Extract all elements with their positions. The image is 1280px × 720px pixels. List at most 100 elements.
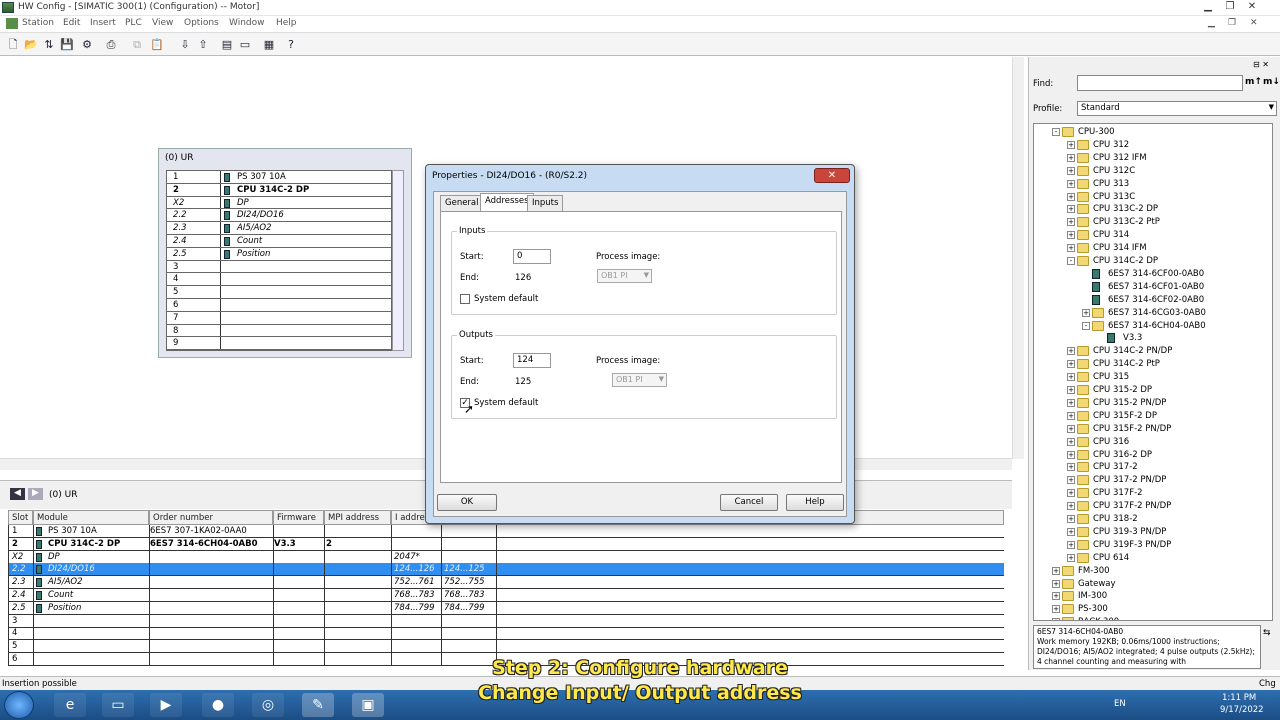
dialog-close-button[interactable]: ✕ <box>814 168 850 183</box>
copy-icon[interactable]: ⧉ <box>130 38 144 52</box>
tab-addresses[interactable]: Addresses <box>480 193 534 211</box>
inputs-start-field[interactable]: 0 <box>513 249 551 264</box>
new-icon[interactable]: 🗋 <box>6 38 20 52</box>
restore-icon[interactable]: ❐ <box>1222 1 1238 14</box>
minimize-icon[interactable]: ▁ <box>1200 1 1216 14</box>
compile-icon[interactable]: ⚙ <box>80 38 94 52</box>
expand-icon[interactable]: + <box>1052 618 1060 620</box>
rack-row[interactable]: X2 DP <box>167 196 393 210</box>
expand-icon[interactable]: + <box>1067 411 1075 420</box>
detail-row[interactable]: 2.2 DI24/DO16 124...126 124...125 <box>8 563 1004 577</box>
detail-row[interactable]: 2 CPU 314C-2 DP 6ES7 314-6CH04-0AB0 V3.3 2 <box>8 538 1004 551</box>
doc-close-icon[interactable]: ✕ <box>1250 18 1258 28</box>
rack-row[interactable]: 9 <box>167 337 393 351</box>
outputs-process-image-select[interactable]: OB1 PI ▼ <box>612 373 667 387</box>
expand-icon[interactable]: + <box>1067 398 1075 407</box>
close-icon[interactable]: ✕ <box>1244 1 1260 14</box>
save-icon[interactable]: 💾 <box>60 38 74 52</box>
document-icon[interactable] <box>6 18 18 29</box>
rack-row[interactable]: 2.5 Position <box>167 247 393 261</box>
detail-column-header[interactable]: Slot <box>8 510 33 525</box>
forward-arrow-icon[interactable]: ▶ <box>28 488 43 500</box>
expand-icon[interactable]: + <box>1067 553 1075 562</box>
rack-row[interactable]: 2.4 Count <box>167 235 393 248</box>
expand-icon[interactable]: + <box>1067 166 1075 175</box>
expand-icon[interactable]: + <box>1067 218 1075 227</box>
expand-icon[interactable]: + <box>1052 566 1060 575</box>
expand-icon[interactable]: + <box>1052 579 1060 588</box>
find-prev-icon[interactable]: m↓ <box>1263 77 1280 87</box>
collapse-icon[interactable]: - <box>1082 321 1090 330</box>
print-icon[interactable]: ⎙ <box>104 38 118 52</box>
rack-row[interactable]: 3 <box>167 260 393 274</box>
expand-icon[interactable]: + <box>1067 386 1075 394</box>
download-icon[interactable]: ⇩ <box>178 38 192 52</box>
catalog-icon[interactable]: ▤ <box>220 38 234 52</box>
detail-row[interactable]: 2.5 Position 784...799 784...799 <box>8 602 1004 615</box>
rack-scrollbar[interactable] <box>392 170 404 351</box>
expand-icon[interactable]: + <box>1067 347 1075 356</box>
expand-icon[interactable]: + <box>1067 489 1075 498</box>
doc-restore-icon[interactable]: ❐ <box>1228 18 1236 28</box>
back-arrow-icon[interactable]: ◀ <box>10 488 25 500</box>
network-icon[interactable]: ⇅ <box>42 38 56 52</box>
detail-column-header[interactable]: Firmware <box>273 510 324 525</box>
rack-row[interactable]: 2 CPU 314C-2 DP <box>167 183 393 197</box>
find-input[interactable] <box>1077 75 1243 91</box>
expand-icon[interactable]: + <box>1067 463 1075 472</box>
expand-icon[interactable]: + <box>1067 515 1075 523</box>
expand-icon[interactable]: + <box>1067 373 1075 382</box>
detail-column-header[interactable]: MPI address <box>324 510 391 525</box>
inputs-system-default-checkbox[interactable] <box>460 294 470 304</box>
menu-view[interactable]: View <box>152 18 173 28</box>
grid-icon[interactable]: ▦ <box>262 38 276 52</box>
menu-options[interactable]: Options <box>184 18 219 28</box>
tab-inputs[interactable]: Inputs <box>527 195 564 211</box>
open-icon[interactable]: 📂 <box>24 38 38 52</box>
expand-icon[interactable]: + <box>1067 424 1075 433</box>
expand-icon[interactable]: + <box>1052 592 1060 601</box>
profile-select[interactable]: Standard ▼ <box>1077 101 1277 116</box>
expand-icon[interactable]: + <box>1052 605 1060 614</box>
rack-row[interactable]: 5 <box>167 286 393 299</box>
rack-window[interactable]: (0) UR 1 PS 307 10A 2 CPU 314C-2 DP X2 DP 2.2 D… <box>158 148 412 358</box>
expand-icon[interactable]: + <box>1067 437 1075 446</box>
find-next-icon[interactable]: m↑ <box>1245 77 1262 87</box>
upload-icon[interactable]: ⇧ <box>196 38 210 52</box>
collapse-icon[interactable]: - <box>1067 257 1075 265</box>
detail-row[interactable]: 3 <box>8 615 1004 628</box>
doc-minimize-icon[interactable]: ▁ <box>1208 18 1215 28</box>
expand-icon[interactable]: + <box>1067 527 1075 536</box>
rack-row[interactable]: 2.2 DI24/DO16 <box>167 209 393 223</box>
rack-row[interactable]: 7 <box>167 311 393 325</box>
detail-row[interactable]: 5 <box>8 640 1004 654</box>
expand-icon[interactable]: + <box>1067 244 1075 253</box>
expand-icon[interactable]: + <box>1067 476 1075 485</box>
rack-row[interactable]: 4 <box>167 273 393 287</box>
expand-icon[interactable]: + <box>1067 140 1075 149</box>
rack-row[interactable]: 1 PS 307 10A <box>167 171 393 184</box>
menu-edit[interactable]: Edit <box>63 18 80 28</box>
rack-row[interactable]: 8 <box>167 324 393 338</box>
expand-icon[interactable]: + <box>1067 231 1075 240</box>
menu-plc[interactable]: PLC <box>125 18 142 28</box>
menu-window[interactable]: Window <box>229 18 265 28</box>
info-toggle-icon[interactable]: ⇆ <box>1263 628 1271 638</box>
rack-row[interactable]: 6 <box>167 299 393 312</box>
expand-icon[interactable]: + <box>1067 502 1075 511</box>
menu-station[interactable]: Station <box>22 18 54 28</box>
expand-icon[interactable]: + <box>1067 153 1075 162</box>
expand-icon[interactable]: + <box>1067 360 1075 369</box>
detail-column-header[interactable]: Order number <box>149 510 273 525</box>
canvas-vertical-scrollbar[interactable] <box>1012 57 1024 459</box>
paste-icon[interactable]: 📋 <box>150 38 164 52</box>
expand-icon[interactable]: + <box>1067 205 1075 214</box>
collapse-icon[interactable]: - <box>1052 128 1060 136</box>
window-icon[interactable]: ▭ <box>238 38 252 52</box>
cancel-button[interactable]: Cancel <box>720 494 778 511</box>
outputs-start-field[interactable]: 124 <box>513 353 551 368</box>
detail-row[interactable]: 1 PS 307 10A 6ES7 307-1KA02-0AA0 <box>8 525 1004 538</box>
rack-row[interactable]: 2.3 AI5/AO2 <box>167 222 393 235</box>
catalog-tree[interactable]: - CPU-300 + CPU 312 + CPU 312 IFM + CPU 312C + CP… <box>1033 123 1273 621</box>
help-icon[interactable]: ? <box>284 38 298 52</box>
